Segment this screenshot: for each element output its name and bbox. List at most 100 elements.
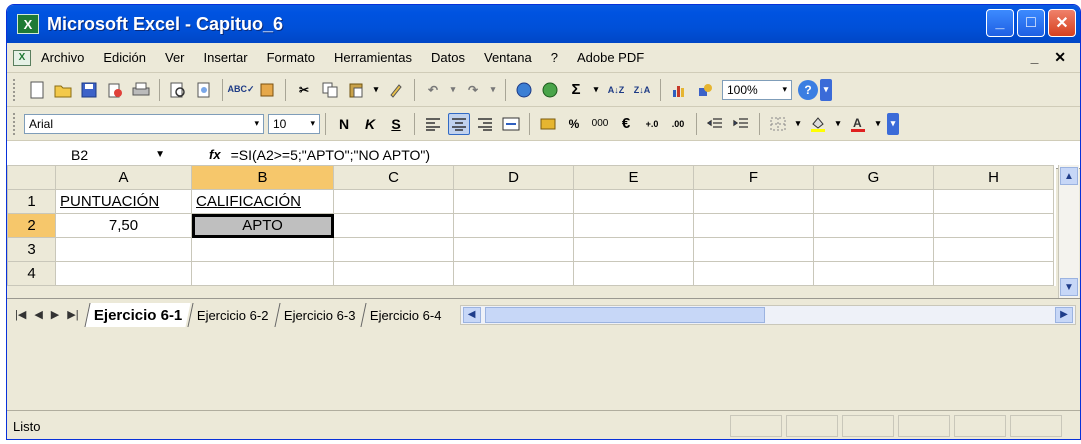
align-right-icon[interactable] (474, 113, 496, 135)
cell-e1[interactable] (573, 189, 694, 214)
row-header-4[interactable]: 4 (7, 261, 56, 286)
permission-icon[interactable] (104, 79, 126, 101)
thousands-button[interactable]: 000 (589, 113, 611, 135)
research-icon[interactable] (193, 79, 215, 101)
increase-indent-icon[interactable] (730, 113, 752, 135)
undo-dropdown-icon[interactable]: ▾ (448, 79, 458, 101)
column-header-d[interactable]: D (453, 165, 574, 190)
column-header-b[interactable]: B (191, 165, 334, 190)
cell-e2[interactable] (573, 213, 694, 238)
cut-icon[interactable]: ✂ (293, 79, 315, 101)
cell-c3[interactable] (333, 237, 454, 262)
scroll-thumb[interactable] (484, 306, 765, 323)
menu-ayuda[interactable]: ? (551, 50, 558, 65)
menu-datos[interactable]: Datos (431, 50, 465, 65)
web-icon[interactable] (539, 79, 561, 101)
column-header-f[interactable]: F (693, 165, 814, 190)
menu-ver[interactable]: Ver (165, 50, 185, 65)
cell-d1[interactable] (453, 189, 574, 214)
print-icon[interactable] (130, 79, 152, 101)
align-left-icon[interactable] (422, 113, 444, 135)
paste-dropdown-icon[interactable]: ▾ (371, 79, 381, 101)
tab-ejercicio-6-4[interactable]: Ejercicio 6-4 (360, 302, 451, 327)
copy-icon[interactable] (319, 79, 341, 101)
select-all-corner[interactable] (7, 165, 56, 190)
cell-h3[interactable] (933, 237, 1054, 262)
column-header-h[interactable]: H (933, 165, 1054, 190)
row-header-1[interactable]: 1 (7, 189, 56, 214)
scroll-right-icon[interactable]: ▶ (1055, 306, 1073, 323)
column-header-e[interactable]: E (573, 165, 694, 190)
underline-button[interactable]: S (385, 113, 407, 135)
column-header-g[interactable]: G (813, 165, 934, 190)
font-size-select[interactable]: 10 ▾ (268, 113, 320, 134)
borders-dropdown-icon[interactable]: ▾ (793, 113, 803, 135)
cell-a1[interactable]: PUNTUACIÓN (55, 189, 192, 214)
cell-e4[interactable] (573, 261, 694, 286)
name-box[interactable]: B2 ▼ (11, 142, 173, 167)
cell-c1[interactable] (333, 189, 454, 214)
cell-a4[interactable] (55, 261, 192, 286)
menu-insertar[interactable]: Insertar (204, 50, 248, 65)
bold-button[interactable]: N (333, 113, 355, 135)
cell-d4[interactable] (453, 261, 574, 286)
toolbar-options-icon[interactable]: ▾ (820, 78, 832, 101)
vertical-scrollbar[interactable]: ▲ ▼ (1058, 165, 1079, 298)
spelling-icon[interactable]: ABC✓ (227, 79, 254, 101)
hyperlink-icon[interactable] (513, 79, 535, 101)
formula-input[interactable]: =SI(A2>=5;"APTO";"NO APTO") (231, 147, 431, 163)
menu-formato[interactable]: Formato (267, 50, 315, 65)
merge-center-icon[interactable] (500, 113, 522, 135)
toolbar-grip[interactable] (13, 78, 18, 101)
toolbar-options-icon[interactable]: ▾ (887, 112, 899, 135)
save-icon[interactable] (78, 79, 100, 101)
format-painter-icon[interactable] (385, 79, 407, 101)
column-header-c[interactable]: C (333, 165, 454, 190)
help-icon[interactable]: ? (798, 79, 818, 100)
drawing-icon[interactable] (694, 79, 716, 101)
cell-f2[interactable] (693, 213, 814, 238)
cell-g3[interactable] (813, 237, 934, 262)
cell-c4[interactable] (333, 261, 454, 286)
font-color-dropdown-icon[interactable]: ▾ (873, 113, 883, 135)
zoom-select[interactable]: 100% ▾ (722, 79, 792, 100)
cell-g2[interactable] (813, 213, 934, 238)
italic-button[interactable]: K (359, 113, 381, 135)
horizontal-scrollbar[interactable]: ◀ ▶ (459, 304, 1076, 325)
decrease-indent-icon[interactable] (704, 113, 726, 135)
maximize-icon[interactable]: □ (1017, 9, 1045, 37)
sort-descending-icon[interactable]: Z↓A (631, 79, 653, 101)
currency-icon[interactable] (537, 113, 559, 135)
cell-e3[interactable] (573, 237, 694, 262)
scroll-up-icon[interactable]: ▲ (1060, 167, 1078, 185)
column-header-a[interactable]: A (55, 165, 192, 190)
cell-f1[interactable] (693, 189, 814, 214)
align-center-icon[interactable] (448, 112, 470, 135)
research-book-icon[interactable] (256, 79, 278, 101)
redo-dropdown-icon[interactable]: ▾ (488, 79, 498, 101)
tab-ejercicio-6-1[interactable]: Ejercicio 6-1 (84, 302, 191, 327)
autosum-icon[interactable]: Σ (565, 79, 587, 101)
undo-icon[interactable]: ↶ (422, 79, 444, 101)
prev-sheet-icon[interactable]: ◀ (34, 308, 42, 321)
cell-d3[interactable] (453, 237, 574, 262)
cell-g1[interactable] (813, 189, 934, 214)
cell-f3[interactable] (693, 237, 814, 262)
print-preview-icon[interactable] (167, 79, 189, 101)
cell-b2-active[interactable]: APTO (191, 213, 334, 238)
row-header-3[interactable]: 3 (7, 237, 56, 262)
cell-c2[interactable] (333, 213, 454, 238)
font-color-icon[interactable]: A (847, 113, 869, 135)
cell-h2[interactable] (933, 213, 1054, 238)
cell-b3[interactable] (191, 237, 334, 262)
menu-edicion[interactable]: Edición (103, 50, 146, 65)
menu-archivo[interactable]: Archivo (41, 50, 84, 65)
cell-h1[interactable] (933, 189, 1054, 214)
workbook-icon[interactable]: X (13, 49, 31, 66)
fill-color-icon[interactable] (807, 113, 829, 135)
first-sheet-icon[interactable]: |◀ (15, 308, 26, 321)
row-header-2[interactable]: 2 (7, 213, 56, 238)
new-icon[interactable] (26, 79, 48, 101)
euro-button[interactable]: € (615, 113, 637, 135)
tab-ejercicio-6-2[interactable]: Ejercicio 6-2 (187, 302, 278, 327)
